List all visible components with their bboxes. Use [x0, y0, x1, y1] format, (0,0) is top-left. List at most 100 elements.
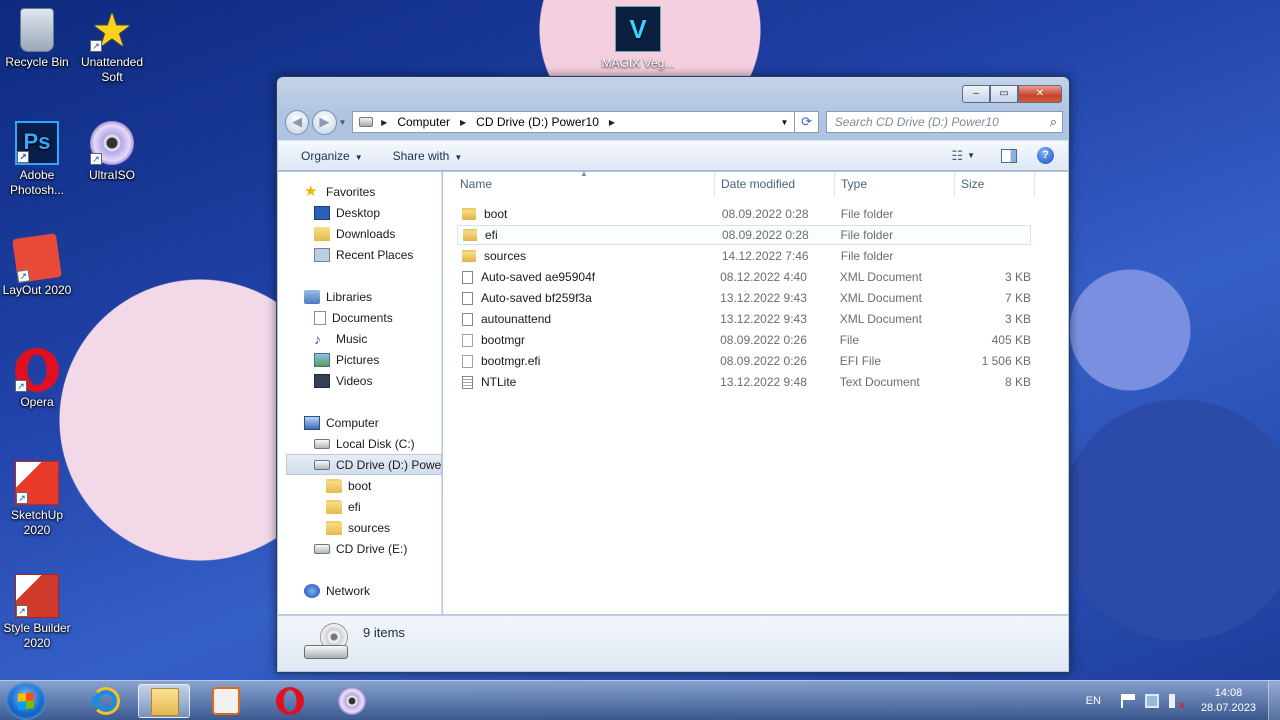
desktop-icon-style-builder[interactable]: ↗ Style Builder 2020: [0, 574, 74, 651]
desktop-icon-layout[interactable]: ↗ LayOut 2020: [0, 233, 74, 298]
close-button[interactable]: ✕: [1018, 85, 1062, 103]
file-size: 7 KB: [1004, 291, 1031, 305]
volume-muted-icon[interactable]: [1168, 694, 1185, 712]
breadcrumb-separator[interactable]: ▶: [609, 118, 615, 127]
file-row[interactable]: bootmgr 08.09.2022 0:26 File 405 KB: [457, 330, 1031, 350]
breadcrumb-separator[interactable]: ▶: [460, 118, 466, 127]
clock[interactable]: 14:08 28.07.2023: [1201, 686, 1256, 716]
search-input[interactable]: Search CD Drive (D:) Power10 ⌕: [825, 111, 1064, 133]
nav-boot[interactable]: boot: [326, 475, 371, 496]
file-row[interactable]: NTLite 13.12.2022 9:48 Text Document 8 KB: [457, 372, 1031, 392]
back-button[interactable]: ◀: [285, 109, 310, 135]
nav-downloads[interactable]: Downloads: [314, 223, 395, 244]
desktop-icon-recycle-bin[interactable]: Recycle Bin: [0, 8, 74, 70]
file-type: File: [839, 333, 860, 347]
file-date: 13.12.2022 9:43: [720, 291, 807, 305]
desktop-icon-sketchup[interactable]: ↗ SketchUp 2020: [0, 461, 74, 538]
file-row[interactable]: efi 08.09.2022 0:28 File folder: [457, 225, 1031, 245]
forward-button[interactable]: ▶: [312, 109, 337, 135]
desktop-icon-magix-vegas[interactable]: V MAGIX Veg...: [600, 6, 676, 70]
nav-music[interactable]: ♪ Music: [314, 328, 367, 349]
desktop-icon-label: Unattended Soft: [80, 55, 144, 84]
column-label: Size: [961, 177, 985, 191]
nav-efi[interactable]: efi: [326, 496, 361, 517]
taskbar-explorer[interactable]: [138, 684, 190, 718]
organize-button[interactable]: Organize ▼: [301, 149, 363, 163]
nav-desktop[interactable]: Desktop: [314, 202, 380, 223]
command-bar: Organize ▼ Share with ▼ ☷ ▼ ?: [278, 140, 1068, 171]
file-type: Text Document: [839, 375, 920, 389]
change-view-icon[interactable]: ☷: [951, 148, 963, 164]
nav-label: Downloads: [336, 226, 396, 241]
language-indicator[interactable]: EN: [1086, 695, 1101, 707]
taskbar-media-player[interactable]: [200, 684, 252, 718]
desktop-icon-opera[interactable]: ↗ Opera: [0, 348, 74, 410]
column-header-type[interactable]: Type: [835, 172, 955, 197]
breadcrumb-separator[interactable]: ▶: [381, 118, 387, 127]
column-header-name[interactable]: Name: [443, 172, 715, 197]
nav-cd-drive-d[interactable]: CD Drive (D:) Power10: [286, 454, 442, 475]
recent-places-icon: [314, 247, 330, 262]
sort-ascending-icon: ▲: [580, 169, 588, 178]
search-icon[interactable]: ⌕: [1050, 114, 1057, 130]
file-size: 3 KB: [1004, 270, 1031, 284]
file-type: XML Document: [839, 312, 922, 326]
network-icon[interactable]: [1144, 694, 1159, 708]
nav-computer[interactable]: Computer: [304, 412, 379, 433]
nav-network[interactable]: Network: [304, 580, 370, 601]
taskbar-internet-explorer[interactable]: [80, 684, 132, 718]
folder-icon: [326, 478, 342, 493]
nav-sources[interactable]: sources: [326, 517, 390, 538]
start-button[interactable]: [6, 682, 46, 720]
desktop-icon-ultraiso[interactable]: ↗ UltraISO: [75, 121, 149, 183]
maximize-button[interactable]: ▭: [990, 85, 1018, 103]
nav-documents[interactable]: Documents: [314, 307, 393, 328]
folder-icon: [463, 229, 477, 241]
share-with-button[interactable]: Share with ▼: [393, 149, 463, 163]
refresh-button[interactable]: ⟳: [795, 111, 819, 133]
column-header-date[interactable]: Date modified: [715, 172, 835, 197]
action-center-flag-icon[interactable]: [1120, 694, 1135, 708]
view-options-dropdown[interactable]: ▼: [967, 151, 975, 160]
nav-cd-drive-e[interactable]: CD Drive (E:): [314, 538, 407, 559]
folder-icon: [462, 250, 476, 262]
column-header-size[interactable]: Size: [955, 172, 1035, 197]
address-dropdown[interactable]: ▼: [781, 118, 789, 127]
file-icon: [462, 354, 473, 368]
opera-icon: ↗: [15, 348, 59, 392]
show-desktop-button[interactable]: [1268, 681, 1280, 720]
minimize-button[interactable]: –: [962, 85, 990, 103]
cd-drive-icon: [314, 459, 330, 470]
address-bar[interactable]: ▶ Computer ▶ CD Drive (D:) Power10 ▶ ▼: [352, 111, 796, 133]
nav-recent-places[interactable]: Recent Places: [314, 244, 413, 265]
nav-local-disk[interactable]: Local Disk (C:): [314, 433, 415, 454]
preview-pane-icon[interactable]: [1001, 148, 1017, 163]
file-row[interactable]: bootmgr.efi 08.09.2022 0:26 EFI File 1 506 …: [457, 351, 1031, 371]
help-icon[interactable]: ?: [1037, 147, 1054, 164]
details-pane: 9 items: [278, 615, 1068, 671]
nav-libraries[interactable]: Libraries: [304, 286, 372, 307]
nav-favorites[interactable]: ★ Favorites: [304, 181, 375, 202]
file-name: bootmgr: [481, 333, 526, 347]
network-icon: [304, 583, 320, 598]
file-row[interactable]: boot 08.09.2022 0:28 File folder: [457, 204, 1031, 224]
taskbar-opera[interactable]: [264, 684, 316, 718]
file-size: 405 KB: [991, 333, 1031, 347]
desktop-icon-unattended-soft[interactable]: ★ ↗ Unattended Soft: [75, 7, 149, 85]
file-row[interactable]: Auto-saved bf259f3a 13.12.2022 9:43 XML Do…: [457, 288, 1031, 308]
file-row[interactable]: autounattend 13.12.2022 9:43 XML Document 3…: [457, 309, 1031, 329]
taskbar-ultraiso[interactable]: [326, 684, 378, 718]
navigation-bar: ◀ ▶ ▼ ▶ Computer ▶ CD Drive (D:) Power10…: [285, 109, 1064, 135]
breadcrumb-computer[interactable]: Computer: [397, 115, 450, 129]
recent-pages-dropdown[interactable]: ▼: [339, 118, 349, 127]
file-row[interactable]: sources 14.12.2022 7:46 File folder: [457, 246, 1031, 266]
file-row[interactable]: Auto-saved ae95904f 08.12.2022 4:40 XML Do…: [457, 267, 1031, 287]
nav-pictures[interactable]: Pictures: [314, 349, 379, 370]
nav-videos[interactable]: Videos: [314, 370, 372, 391]
cd-drive-icon: [314, 543, 330, 554]
nav-label: CD Drive (D:) Power10: [336, 457, 442, 472]
breadcrumb-cd-drive[interactable]: CD Drive (D:) Power10: [476, 115, 599, 129]
desktop-icon-photoshop[interactable]: Ps ↗ Adobe Photosh...: [0, 121, 74, 198]
organize-label: Organize: [301, 148, 350, 163]
explorer-window: – ▭ ✕ ◀ ▶ ▼ ▶ Computer ▶ CD Drive (D:) P…: [276, 76, 1070, 673]
